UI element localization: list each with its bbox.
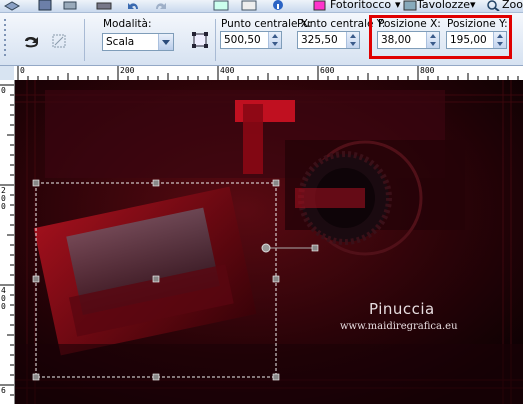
crop-frame-icon[interactable] [191, 31, 209, 49]
resize-handle[interactable] [152, 179, 160, 187]
watermark-site: www.maidiregrafica.eu [340, 321, 458, 332]
menu-fotoritocco[interactable]: Fotoritocco [330, 0, 391, 11]
reset-transform-icon[interactable] [50, 33, 68, 49]
rotation-handle[interactable] [311, 244, 319, 252]
print-icon[interactable] [62, 0, 78, 11]
redo-icon[interactable] [152, 0, 168, 11]
modalita-label: Modalità: [103, 18, 152, 30]
menu-tavolozze[interactable]: Tavolozze [417, 0, 470, 11]
resize-handle[interactable] [32, 179, 40, 187]
ruler-v-label: 0 [1, 302, 6, 311]
resize-handle[interactable] [32, 275, 40, 283]
ruler-h-label: 200 [120, 66, 135, 75]
punto-y-spinner[interactable] [346, 32, 359, 48]
artwork [15, 80, 523, 404]
modalita-value: Scala [106, 36, 135, 48]
scanner-icon[interactable] [96, 0, 112, 11]
ruler-h-label: 0 [20, 66, 25, 75]
pivot-point[interactable] [152, 275, 160, 283]
highlight-box [369, 15, 512, 59]
vertical-ruler-ticks [0, 84, 14, 396]
vertical-ruler[interactable]: 0 2 0 0 4 0 0 6 [0, 80, 15, 404]
layers-icon[interactable] [4, 0, 20, 11]
resize-handle[interactable] [152, 373, 160, 381]
ruler-v-label: 0 [1, 202, 6, 211]
punto-x-input[interactable]: 500,50 [220, 31, 282, 49]
ruler-h-label: 800 [420, 66, 435, 75]
menu-tavolozze-arrow[interactable]: ▾ [470, 0, 476, 11]
chevron-down-icon[interactable] [158, 34, 173, 50]
horizontal-ruler-ticks [17, 66, 519, 80]
save-icon[interactable] [37, 0, 53, 11]
info-icon[interactable] [270, 0, 286, 11]
photo-retouch-icon [313, 0, 326, 11]
watermark-name: Pinuccia [369, 300, 435, 318]
zoom-icon [487, 0, 500, 11]
ruler-h-label: 600 [320, 66, 335, 75]
punto-x-value: 500,50 [224, 34, 261, 46]
resize-handle[interactable] [272, 373, 280, 381]
punto-x-spinner[interactable] [268, 32, 281, 48]
menu-fotoritocco-arrow[interactable]: ▾ [395, 0, 401, 11]
ruler-v-label: 6 [1, 386, 6, 395]
rotation-center-icon[interactable] [261, 243, 271, 253]
separator [84, 19, 85, 61]
resize-handle[interactable] [272, 275, 280, 283]
resize-handle[interactable] [32, 373, 40, 381]
image-icon[interactable] [213, 0, 229, 11]
flip-icon[interactable] [22, 33, 40, 49]
ruler-h-label: 400 [220, 66, 235, 75]
punto-y-input[interactable]: 325,50 [297, 31, 360, 49]
browser-icon[interactable] [241, 0, 257, 11]
horizontal-ruler[interactable]: 0 200 400 600 800 [14, 66, 523, 81]
palettes-icon [403, 0, 417, 11]
modalita-select[interactable]: Scala [102, 33, 174, 51]
separator [215, 19, 216, 61]
undo-icon[interactable] [126, 0, 142, 11]
ruler-corner [0, 66, 14, 80]
image-canvas[interactable]: Pinuccia www.maidiregrafica.eu [15, 80, 523, 404]
resize-handle[interactable] [272, 179, 280, 187]
top-toolbar: Fotoritocco ▾ Tavolozze ▾ Zoo [0, 0, 523, 13]
punto-y-value: 325,50 [301, 34, 338, 46]
menu-zoom[interactable]: Zoo [502, 0, 523, 11]
grip-handle[interactable] [2, 17, 10, 61]
ruler-v-label: 0 [1, 86, 6, 95]
